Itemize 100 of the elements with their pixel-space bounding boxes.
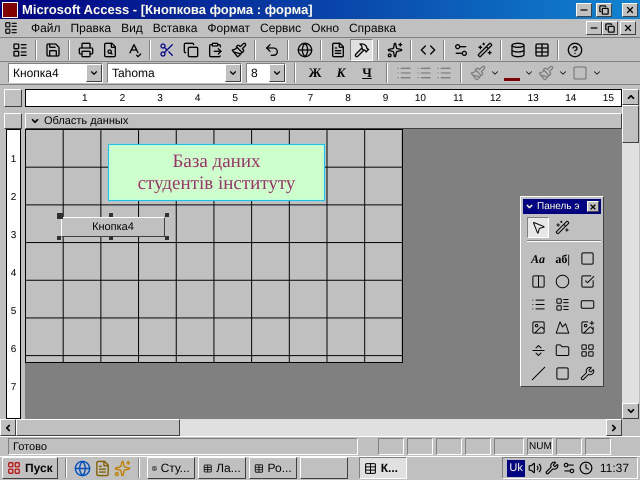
status-panel [436,438,462,456]
ruler-number: 13 [528,92,539,106]
close-icon [589,202,597,211]
close-button[interactable] [587,201,599,212]
status-panel [585,438,611,456]
toolbox-tool[interactable]: Aa [527,248,549,270]
ruler-number: 5 [232,92,238,106]
image-icon [530,320,546,336]
ruler-number: 9 [382,92,388,106]
menu-item[interactable]: Правка [66,19,116,37]
picture-icon [580,320,595,336]
preview-icon [102,42,118,58]
toolbox-tool[interactable]: аб| [552,248,574,270]
ruler-number: 5 [10,305,16,320]
line-color-icon[interactable] [538,65,554,82]
scroll-thumb[interactable] [622,105,639,144]
form-icon[interactable] [4,21,18,35]
copy-icon [182,42,198,58]
fill-color-icon[interactable] [470,65,486,82]
window-icon [202,462,212,475]
ruler-number: 1 [82,92,88,106]
ruler-number: 3 [157,92,163,106]
menu-item[interactable]: Сервис [255,19,306,37]
frame-icon [580,251,595,266]
scroll-down-button[interactable] [622,403,639,420]
line-icon [530,366,546,382]
combo-icon [530,297,546,312]
restore-icon [599,4,609,14]
windows-logo-icon [7,461,21,476]
label-text: студентів інституту [138,172,296,195]
selection-handles[interactable] [57,213,169,240]
tray-icon[interactable] [578,461,593,476]
pointer-icon [530,220,546,236]
tray-icon[interactable] [562,461,576,476]
wand-icon [555,220,570,236]
properties-icon [452,42,468,58]
ruler-number: 15 [602,92,614,106]
editor-icon[interactable] [94,460,111,477]
window-title: Microsoft Access - [Кнопкова форма : форма] [22,0,314,19]
scissors-icon [158,42,174,58]
taskbar-button[interactable]: К... [358,457,407,480]
taskbar-button[interactable]: Ро... [248,457,297,480]
num-lock-indicator: NUM [527,438,553,456]
ruler-number: 11 [453,92,464,106]
restore-icon [605,23,615,33]
document-icon [330,42,346,58]
taskbar-button[interactable]: Сту... [146,457,195,480]
vertical-scrollbar[interactable] [622,89,639,420]
sparkle-icon [386,42,402,58]
italic-button[interactable]: К [330,63,352,83]
combo-box[interactable]: Tahoma [107,63,242,84]
taskbar-button[interactable]: Ла... [198,457,246,480]
window-icon [364,462,377,475]
ruler-corner[interactable] [4,89,22,108]
minimize-button[interactable] [576,2,592,16]
ruler-number: 14 [565,92,576,106]
restore-button[interactable] [596,2,612,16]
printer-icon [78,42,94,58]
menu-item[interactable]: Окно [306,19,344,37]
close-button[interactable] [620,21,636,35]
toolbox-title-bar[interactable]: Панель э [523,199,601,214]
menu-item[interactable]: Файл [26,19,66,37]
language-indicator[interactable]: Uk [507,460,525,477]
restore-button[interactable] [602,21,618,35]
horizontal-scrollbar[interactable] [0,419,622,436]
toolbox-tool[interactable] [527,217,549,238]
minimize-button[interactable] [586,21,602,35]
ruler-number: 7 [10,381,16,396]
form-button[interactable]: Кнопка4 [61,217,165,238]
close-button[interactable] [622,2,638,16]
save-icon [44,42,60,58]
section-selector[interactable] [4,113,22,130]
combo-box[interactable]: 8 [246,63,286,84]
picture-icon [555,320,570,336]
section-header[interactable]: Область данных [25,113,622,130]
scroll-right-button[interactable] [606,419,622,436]
database-icon [510,42,526,58]
scroll-up-button[interactable] [622,89,639,106]
wrench-icon[interactable] [544,461,559,476]
page-break-icon [530,343,546,358]
menu-item[interactable]: Формат [202,19,256,37]
dropdown-icon[interactable] [525,202,534,212]
status-panel [494,438,524,456]
menu-item[interactable]: Вставка [148,19,202,37]
toolbar-button[interactable] [350,38,373,61]
bold-button[interactable]: Ж [304,63,326,83]
menu-item[interactable]: Вид [116,19,148,37]
taskbar-button[interactable] [300,457,348,480]
scroll-thumb[interactable] [16,419,180,436]
browser-icon[interactable] [74,460,91,477]
underline-button[interactable]: Ч [356,63,378,83]
start-button[interactable]: Пуск [2,457,58,480]
combo-box[interactable]: Кнопка4 [8,63,103,84]
rectangle-icon [555,366,570,382]
brush-icon [230,42,246,58]
speaker-icon[interactable] [528,461,542,476]
form-label[interactable]: База даних студентів інституту [108,144,325,202]
ruler-number: 6 [270,92,276,106]
scroll-left-button[interactable] [0,419,16,436]
menu-item[interactable]: Справка [344,19,402,37]
